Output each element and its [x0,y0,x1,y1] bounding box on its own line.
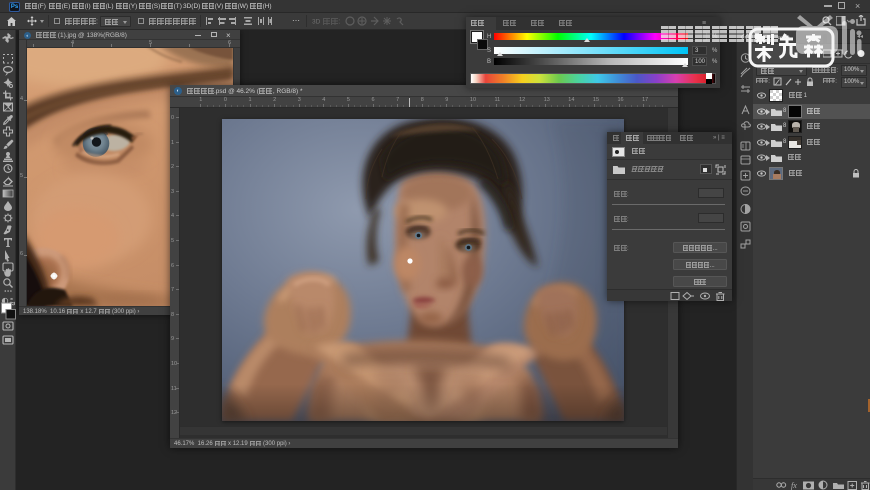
svg-text:fx: fx [791,481,797,490]
